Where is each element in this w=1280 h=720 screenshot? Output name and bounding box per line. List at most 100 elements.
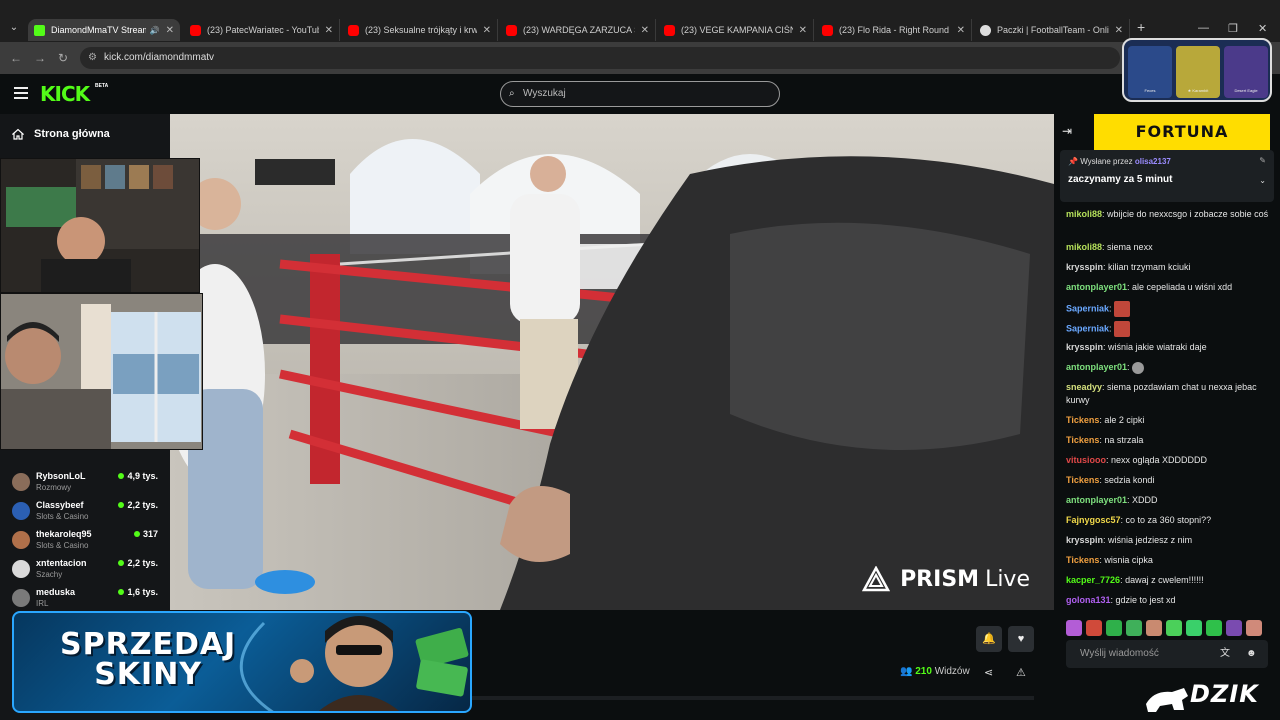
follow-heart-button[interactable]: ♥ (1008, 626, 1034, 652)
avatar (12, 589, 30, 607)
chat-username[interactable]: krysspin (1066, 535, 1103, 545)
sidebar-channel[interactable]: meduska IRL 1,6 tys. (12, 586, 162, 614)
translate-icon[interactable]: 文 (1220, 640, 1230, 668)
chat-username[interactable]: Saperniak (1066, 303, 1109, 313)
football-favicon-icon (980, 24, 991, 36)
search-icon: ⌕ (509, 88, 515, 99)
browser-tab[interactable]: (23) Flo Rida - Right Round (fea ✕ (816, 19, 972, 41)
sidebar-channel[interactable]: xntentacion Szachy 2,2 tys. (12, 557, 162, 585)
chat-username[interactable]: mikoli88 (1066, 209, 1102, 219)
chat-username[interactable]: sneadyy (1066, 382, 1102, 392)
browser-tab[interactable]: (23) Seksualne trójkąty i krwaw ✕ (342, 19, 498, 41)
kick-logo[interactable]: KICK (40, 82, 90, 106)
emote-icon[interactable] (1226, 620, 1242, 636)
emote-icon[interactable] (1246, 620, 1262, 636)
chat-username[interactable]: vitusiooo (1066, 455, 1106, 465)
browser-tab[interactable]: (23) WARDĘGA ZARZUCA SZAL ✕ (500, 19, 656, 41)
chat-username[interactable]: mikoli88 (1066, 242, 1102, 252)
video-player[interactable]: PRISM Live (170, 114, 1054, 610)
browser-tab[interactable]: (23) VEGE KAMPANIA CIŚNIENI ✕ (658, 19, 814, 41)
chat-username[interactable]: antonplayer01 (1066, 282, 1127, 292)
search-input[interactable]: ⌕ Wyszukaj (500, 81, 780, 107)
restore-icon[interactable]: ❐ (1228, 22, 1238, 35)
collapse-chat-icon[interactable]: ⇥ (1062, 124, 1072, 138)
chat-username[interactable]: antonplayer01 (1066, 495, 1127, 505)
chat-username[interactable]: Tickens (1066, 415, 1099, 425)
home-link[interactable]: Strona główna (12, 128, 110, 140)
banner-headline: SPRZEDAJ SKINY (60, 630, 236, 690)
emote-icon[interactable] (1126, 620, 1142, 636)
close-tab-icon[interactable]: ✕ (799, 25, 807, 36)
chat-username[interactable]: Tickens (1066, 435, 1099, 445)
chat-username[interactable]: kacper_7726 (1066, 575, 1120, 585)
emote-quick-row (1066, 620, 1262, 636)
users-icon: 👥 (900, 666, 913, 677)
close-tab-icon[interactable]: ✕ (957, 25, 965, 36)
chat-message: Fajnygosc57: co to za 360 stopni?? (1066, 515, 1212, 525)
emote-icon[interactable] (1166, 620, 1182, 636)
browser-tab[interactable]: (23) PatecWariatec - YouTube ✕ (184, 19, 340, 41)
emote-icon[interactable] (1186, 620, 1202, 636)
report-warning-icon[interactable]: ⚠ (1016, 666, 1026, 679)
close-tab-icon[interactable]: ✕ (166, 25, 174, 36)
kick-favicon-icon (34, 24, 45, 36)
skin-card-name: ★ Karambit (1187, 88, 1209, 93)
chat-text: na strzala (1104, 435, 1144, 445)
back-icon[interactable]: ← (10, 51, 22, 65)
new-tab-icon[interactable]: + (1137, 19, 1145, 35)
close-tab-icon[interactable]: ✕ (483, 25, 491, 36)
url-field[interactable]: ⚙ kick.com/diamondmmatv (80, 47, 1120, 69)
skin-card: ★ Karambit (1176, 46, 1220, 98)
chat-username[interactable]: golona131 (1066, 595, 1111, 605)
home-icon (12, 128, 24, 140)
browser-tab-active[interactable]: DiamondMmaTV Stream - K 🔊 ✕ (28, 19, 180, 41)
chat-username[interactable]: Tickens (1066, 475, 1099, 485)
chat-username[interactable]: antonplayer01 (1066, 362, 1127, 372)
speaker-icon[interactable]: 🔊 (150, 26, 160, 35)
notification-bell-button[interactable]: 🔔 (976, 626, 1002, 652)
chat-username[interactable]: krysspin (1066, 342, 1103, 352)
promo-banner[interactable]: SPRZEDAJ SKINY (12, 611, 472, 713)
address-bar-row: ← → ↻ ⚙ kick.com/diamondmmatv (0, 42, 1280, 74)
channel-name: thekaroleq95 (36, 529, 92, 539)
sponsor-banner[interactable]: FORTUNA (1094, 114, 1270, 150)
emote-icon[interactable] (1146, 620, 1162, 636)
minimize-icon[interactable]: — (1198, 22, 1209, 34)
pinned-message[interactable]: 📌 Wysłane przez olisa2137 zaczynamy za 5… (1060, 150, 1274, 202)
close-tab-icon[interactable]: ✕ (1115, 25, 1123, 36)
tab-title: (23) VEGE KAMPANIA CIŚNIENI (681, 25, 793, 35)
close-tab-icon[interactable]: ✕ (641, 25, 649, 36)
emoji-icon[interactable]: ☻ (1246, 640, 1257, 668)
chat-username[interactable]: krysspin (1066, 262, 1103, 272)
unpin-icon[interactable]: ✎ (1259, 156, 1266, 165)
close-tab-icon[interactable]: ✕ (325, 25, 333, 36)
emote-icon[interactable] (1066, 620, 1082, 636)
sidebar-channel[interactable]: thekaroleq95 Slots & Casino 317 (12, 528, 162, 556)
viewer-count: 317 (133, 529, 158, 539)
dzik-text: DZIK (1190, 680, 1259, 708)
sidebar-channel[interactable]: RybsonLoL Rozmowy 4,9 tys. (12, 470, 162, 498)
close-window-icon[interactable]: ✕ (1258, 22, 1267, 35)
reload-icon[interactable]: ↻ (58, 51, 68, 65)
emote-icon[interactable] (1086, 620, 1102, 636)
chat-username[interactable]: Tickens (1066, 555, 1099, 565)
skin-card-name: Feces (1144, 88, 1156, 93)
menu-icon[interactable] (14, 87, 28, 102)
share-icon[interactable]: ⋖ (984, 666, 993, 679)
tab-search-chevron-icon[interactable]: ⌄ (6, 20, 22, 36)
chat-input[interactable]: Wyślij wiadomość 文 ☻ (1066, 640, 1268, 668)
chat-username[interactable]: Saperniak (1066, 323, 1109, 333)
forward-icon[interactable]: → (34, 51, 46, 65)
chevron-down-icon[interactable]: ⌄ (1259, 176, 1266, 185)
sidebar-channel[interactable]: Classybeef Slots & Casino 2,2 tys. (12, 499, 162, 527)
site-info-icon[interactable]: ⚙ (88, 47, 97, 69)
emote-icon[interactable] (1106, 620, 1122, 636)
chat-username[interactable]: Fajnygosc57 (1066, 515, 1121, 525)
tab-title: Paczki | FootballTeam - Online (997, 25, 1109, 35)
viewer-count: 2,2 tys. (118, 558, 158, 568)
emote-icon[interactable] (1206, 620, 1222, 636)
chat-message: mikoli88: siema nexx (1066, 242, 1153, 252)
youtube-favicon-icon (348, 24, 359, 36)
pinned-user[interactable]: olisa2137 (1135, 157, 1171, 166)
browser-tab[interactable]: Paczki | FootballTeam - Online ✕ (974, 19, 1130, 41)
